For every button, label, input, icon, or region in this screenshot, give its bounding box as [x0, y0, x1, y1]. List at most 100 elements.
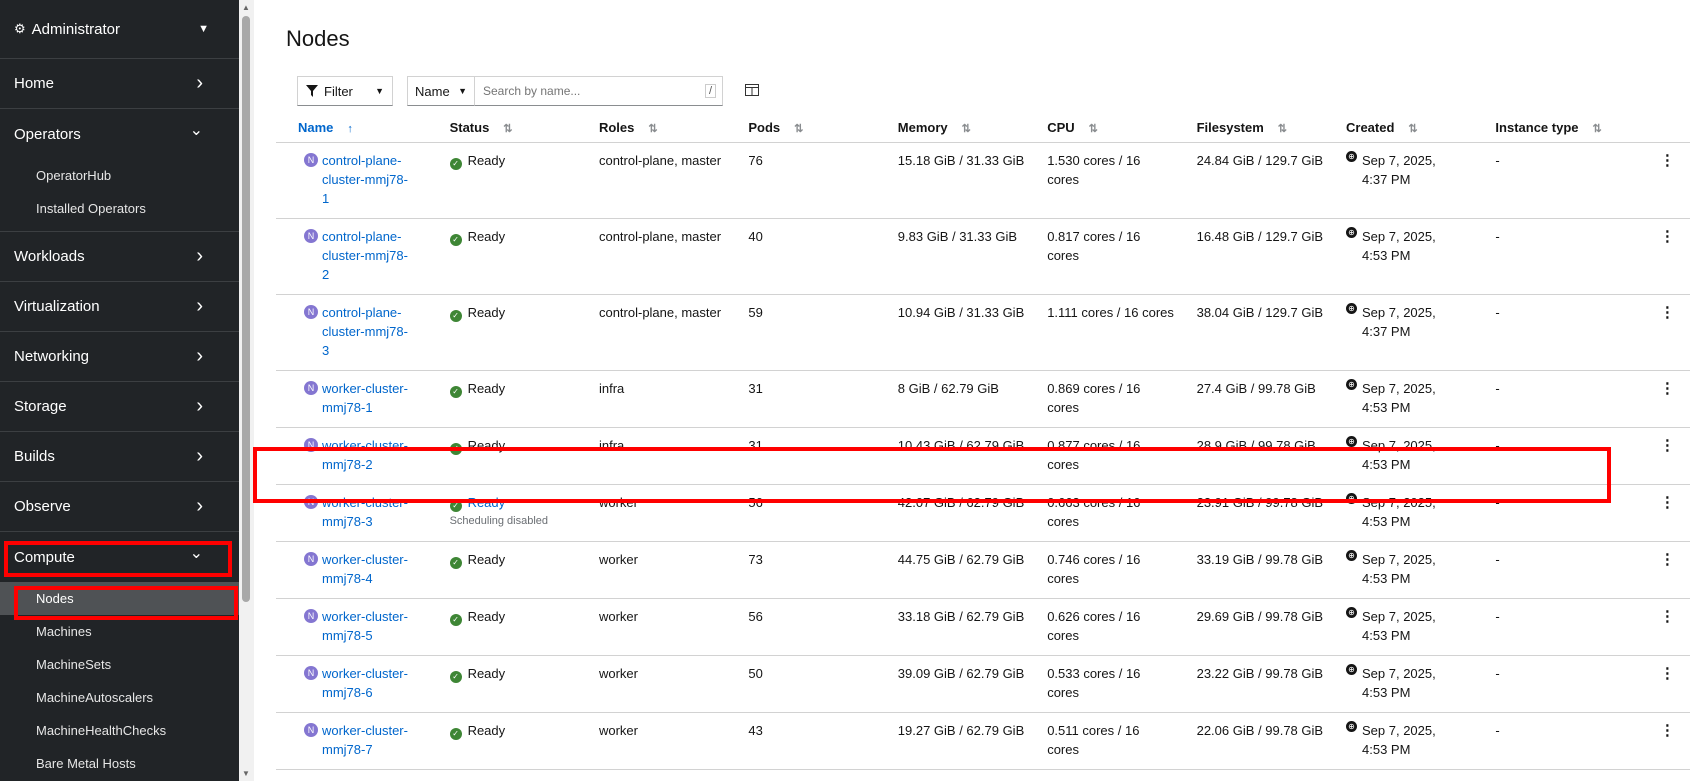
column-management-icon[interactable]: [745, 83, 759, 99]
status-text: Ready: [467, 229, 506, 244]
column-header-instance-type[interactable]: Instance type ⇅: [1473, 112, 1623, 143]
nav-section-virtualization[interactable]: Virtualization ›: [0, 282, 239, 332]
nav-section-operators[interactable]: Operators ⌄: [0, 109, 239, 159]
scroll-down-icon[interactable]: ▼: [242, 769, 250, 778]
name-select-label: Name: [415, 83, 450, 99]
filter-label: Filter: [324, 83, 353, 99]
node-name-link[interactable]: worker-cluster-mmj78-4: [322, 550, 412, 588]
sort-icon: ⇅: [648, 122, 658, 135]
nav-section-home[interactable]: Home ›: [0, 59, 239, 109]
chevron-right-icon: ›: [196, 445, 203, 467]
node-name-link[interactable]: control-plane-cluster-mmj78-3: [322, 303, 412, 360]
nav-section-networking[interactable]: Networking ›: [0, 332, 239, 382]
nav-section-observe[interactable]: Observe ›: [0, 482, 239, 532]
nav-section-label: Observe: [14, 498, 71, 515]
cell-created: ⊕ Sep 7, 2025, 4:53 PM: [1324, 598, 1474, 656]
node-name-link[interactable]: worker-cluster-mmj78-6: [322, 664, 412, 702]
column-header-cpu[interactable]: CPU ⇅: [1025, 112, 1175, 143]
cell-roles: control-plane, master: [576, 218, 727, 295]
node-badge-icon: N: [304, 153, 318, 167]
nav-item-machinesets[interactable]: MachineSets: [0, 648, 239, 681]
node-name-link[interactable]: worker-cluster-mmj78-5: [322, 607, 412, 645]
perspective-switcher[interactable]: ⚙ Administrator ▼: [0, 0, 239, 59]
node-name-link[interactable]: control-plane-cluster-mmj78-1: [322, 151, 412, 208]
nav-section-workloads[interactable]: Workloads ›: [0, 232, 239, 282]
column-header-created[interactable]: Created ⇅: [1324, 112, 1474, 143]
column-header-memory[interactable]: Memory ⇅: [875, 112, 1026, 143]
column-header-filesystem[interactable]: Filesystem ⇅: [1174, 112, 1324, 143]
search-input[interactable]: [481, 83, 695, 99]
kebab-icon[interactable]: ⋮: [1622, 541, 1690, 599]
toolbar: Filter ▼ Name ▼ /: [297, 76, 759, 106]
gear-icon: ⚙: [14, 21, 26, 36]
column-header-name[interactable]: Name ↑: [276, 112, 428, 143]
cell-name: Nworker-cluster-mmj78-6: [276, 655, 428, 713]
cell-roles: worker: [576, 655, 727, 713]
scroll-up-icon[interactable]: ▲: [242, 3, 250, 12]
name-filter-select[interactable]: Name ▼: [407, 76, 475, 106]
node-name-link[interactable]: worker-cluster-mmj78-7: [322, 721, 412, 759]
column-header-roles[interactable]: Roles ⇅: [576, 112, 727, 143]
status-text: Ready: [467, 552, 506, 567]
node-name-link[interactable]: worker-cluster-mmj78-1: [322, 379, 412, 417]
kebab-icon[interactable]: ⋮: [1622, 484, 1690, 542]
cell-cpu: 1.111 cores / 16 cores: [1025, 294, 1175, 371]
check-circle-icon: ✓: [449, 234, 462, 246]
scrollbar-thumb[interactable]: [242, 16, 250, 602]
cell-pods: 43: [726, 712, 876, 770]
cell-pods: 76: [726, 142, 876, 219]
created-text: Sep 7, 2025, 4:53 PM: [1362, 723, 1436, 757]
column-header-actions: [1622, 112, 1690, 143]
created-text: Sep 7, 2025, 4:53 PM: [1362, 229, 1436, 263]
nav-section-label: Virtualization: [14, 298, 100, 315]
node-badge-icon: N: [304, 666, 318, 680]
sidebar-nav: ⚙ Administrator ▼ Home › Operators ⌄ Operato…: [0, 0, 239, 781]
filter-button[interactable]: Filter ▼: [297, 76, 393, 106]
node-badge-icon: N: [304, 609, 318, 623]
cell-instance-type: -: [1473, 142, 1623, 219]
check-circle-icon: ✓: [449, 671, 462, 683]
cell-pods: 73: [726, 541, 876, 599]
cell-pods: 56: [726, 598, 876, 656]
cell-roles: worker: [576, 598, 727, 656]
column-header-status[interactable]: Status ⇅: [427, 112, 577, 143]
check-circle-icon: ✓: [449, 158, 462, 170]
cell-created: ⊕ Sep 7, 2025, 4:53 PM: [1324, 712, 1474, 770]
nav-item-bare-metal-hosts[interactable]: Bare Metal Hosts: [0, 747, 239, 780]
chevron-right-icon: ›: [196, 72, 203, 94]
table-row: Ncontrol-plane-cluster-mmj78-1 ✓ Ready cont…: [276, 142, 1690, 219]
page-title: Nodes: [286, 26, 350, 51]
search-shortcut: /: [704, 84, 716, 98]
globe-icon: ⊕: [1346, 607, 1357, 618]
kebab-icon[interactable]: ⋮: [1622, 370, 1690, 428]
cell-created: ⊕ Sep 7, 2025, 4:37 PM: [1324, 142, 1474, 219]
nav-item-operatorhub[interactable]: OperatorHub: [0, 159, 239, 192]
kebab-icon[interactable]: ⋮: [1622, 712, 1690, 770]
status-text: Ready: [467, 666, 506, 681]
kebab-icon[interactable]: ⋮: [1622, 655, 1690, 713]
created-text: Sep 7, 2025, 4:53 PM: [1362, 552, 1436, 586]
node-name-link[interactable]: control-plane-cluster-mmj78-2: [322, 227, 412, 284]
cell-pods: 31: [726, 370, 876, 428]
cell-roles: worker: [576, 541, 727, 599]
kebab-icon[interactable]: ⋮: [1622, 294, 1690, 371]
nav-section-label: Storage: [14, 398, 67, 415]
kebab-icon[interactable]: ⋮: [1622, 598, 1690, 656]
cell-name: Nworker-cluster-mmj78-7: [276, 712, 428, 770]
nav-item-installed-operators[interactable]: Installed Operators: [0, 192, 239, 225]
check-circle-icon: ✓: [449, 557, 462, 569]
column-header-pods[interactable]: Pods ⇅: [726, 112, 876, 143]
nav-section-storage[interactable]: Storage ›: [0, 382, 239, 432]
nav-item-machineautoscalers[interactable]: MachineAutoscalers: [0, 681, 239, 714]
highlight-compute: [4, 541, 232, 577]
nav-section-builds[interactable]: Builds ›: [0, 432, 239, 482]
kebab-icon[interactable]: ⋮: [1622, 218, 1690, 295]
kebab-icon[interactable]: ⋮: [1622, 427, 1690, 485]
cell-filesystem: 23.22 GiB / 99.78 GiB: [1174, 655, 1324, 713]
nav-item-machinehealthchecks[interactable]: MachineHealthChecks: [0, 714, 239, 747]
cell-filesystem: 33.19 GiB / 99.78 GiB: [1174, 541, 1324, 599]
table-row: Ncontrol-plane-cluster-mmj78-2 ✓ Ready cont…: [276, 218, 1690, 295]
sidebar-scrollbar[interactable]: ▲ ▼: [239, 0, 254, 781]
kebab-icon[interactable]: ⋮: [1622, 142, 1690, 219]
globe-icon: ⊕: [1346, 227, 1357, 238]
